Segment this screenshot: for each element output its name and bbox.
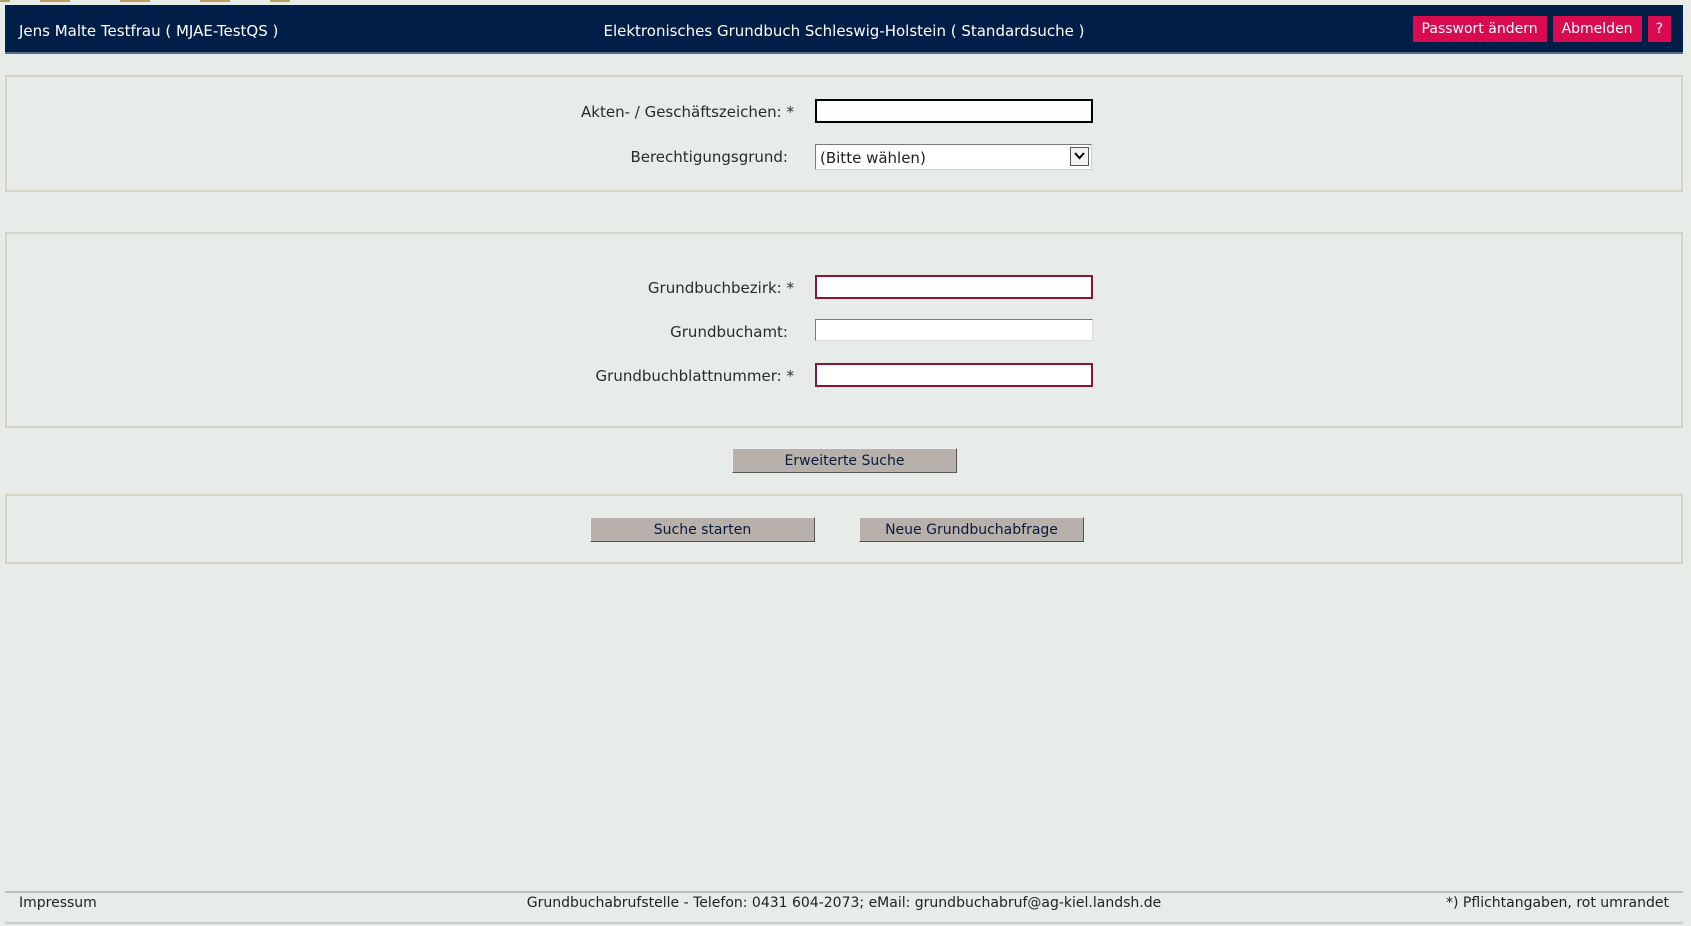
berechtigung-selected-value: (Bitte wählen) xyxy=(820,149,926,167)
blatt-label: Grundbuchblattnummer: * xyxy=(595,367,794,385)
bezirk-label: Grundbuchbezirk: * xyxy=(647,279,794,297)
amt-row: Grundbuchamt: xyxy=(7,319,1681,343)
top-border-artifact xyxy=(0,0,290,2)
reference-panel: Akten- / Geschäftszeichen: * Berechtigun… xyxy=(5,75,1683,192)
berechtigung-select[interactable]: (Bitte wählen) xyxy=(815,144,1092,170)
grundbuch-panel: Grundbuchbezirk: * Grundbuchamt: Grundbu… xyxy=(5,232,1683,428)
extended-search-button[interactable]: Erweiterte Suche xyxy=(732,448,957,473)
chevron-down-icon[interactable] xyxy=(1070,147,1089,166)
footer-divider xyxy=(5,891,1683,893)
help-button[interactable]: ? xyxy=(1647,16,1671,42)
blatt-row: Grundbuchblattnummer: * xyxy=(7,363,1681,387)
blatt-input[interactable] xyxy=(815,363,1093,387)
header-actions: Passwort ändern Abmelden ? xyxy=(1412,16,1671,42)
page: Jens Malte Testfrau ( MJAE-TestQS ) Elek… xyxy=(0,0,1691,926)
berechtigung-label: Berechtigungsgrund: xyxy=(630,148,788,166)
required-note: *) Pflichtangaben, rot umrandet xyxy=(1446,895,1669,911)
akten-label: Akten- / Geschäftszeichen: * xyxy=(581,103,794,121)
new-query-button[interactable]: Neue Grundbuchabfrage xyxy=(859,517,1084,542)
change-password-button[interactable]: Passwort ändern xyxy=(1412,16,1547,42)
start-search-button[interactable]: Suche starten xyxy=(590,517,815,542)
actions-panel: Suche starten Neue Grundbuchabfrage xyxy=(5,494,1683,564)
footer: Impressum Grundbuchabrufstelle - Telefon… xyxy=(5,895,1683,917)
bezirk-row: Grundbuchbezirk: * xyxy=(7,275,1681,299)
header-bar: Jens Malte Testfrau ( MJAE-TestQS ) Elek… xyxy=(5,5,1683,54)
berechtigung-row: Berechtigungsgrund: (Bitte wählen) xyxy=(7,144,1681,170)
bezirk-input[interactable] xyxy=(815,275,1093,299)
akten-input[interactable] xyxy=(815,99,1093,123)
logout-button[interactable]: Abmelden xyxy=(1552,16,1642,42)
amt-input[interactable] xyxy=(815,319,1093,341)
amt-label: Grundbuchamt: xyxy=(670,323,788,341)
contact-info: Grundbuchabrufstelle - Telefon: 0431 604… xyxy=(526,895,1162,911)
bottom-divider xyxy=(5,922,1683,924)
akten-row: Akten- / Geschäftszeichen: * xyxy=(7,99,1681,123)
